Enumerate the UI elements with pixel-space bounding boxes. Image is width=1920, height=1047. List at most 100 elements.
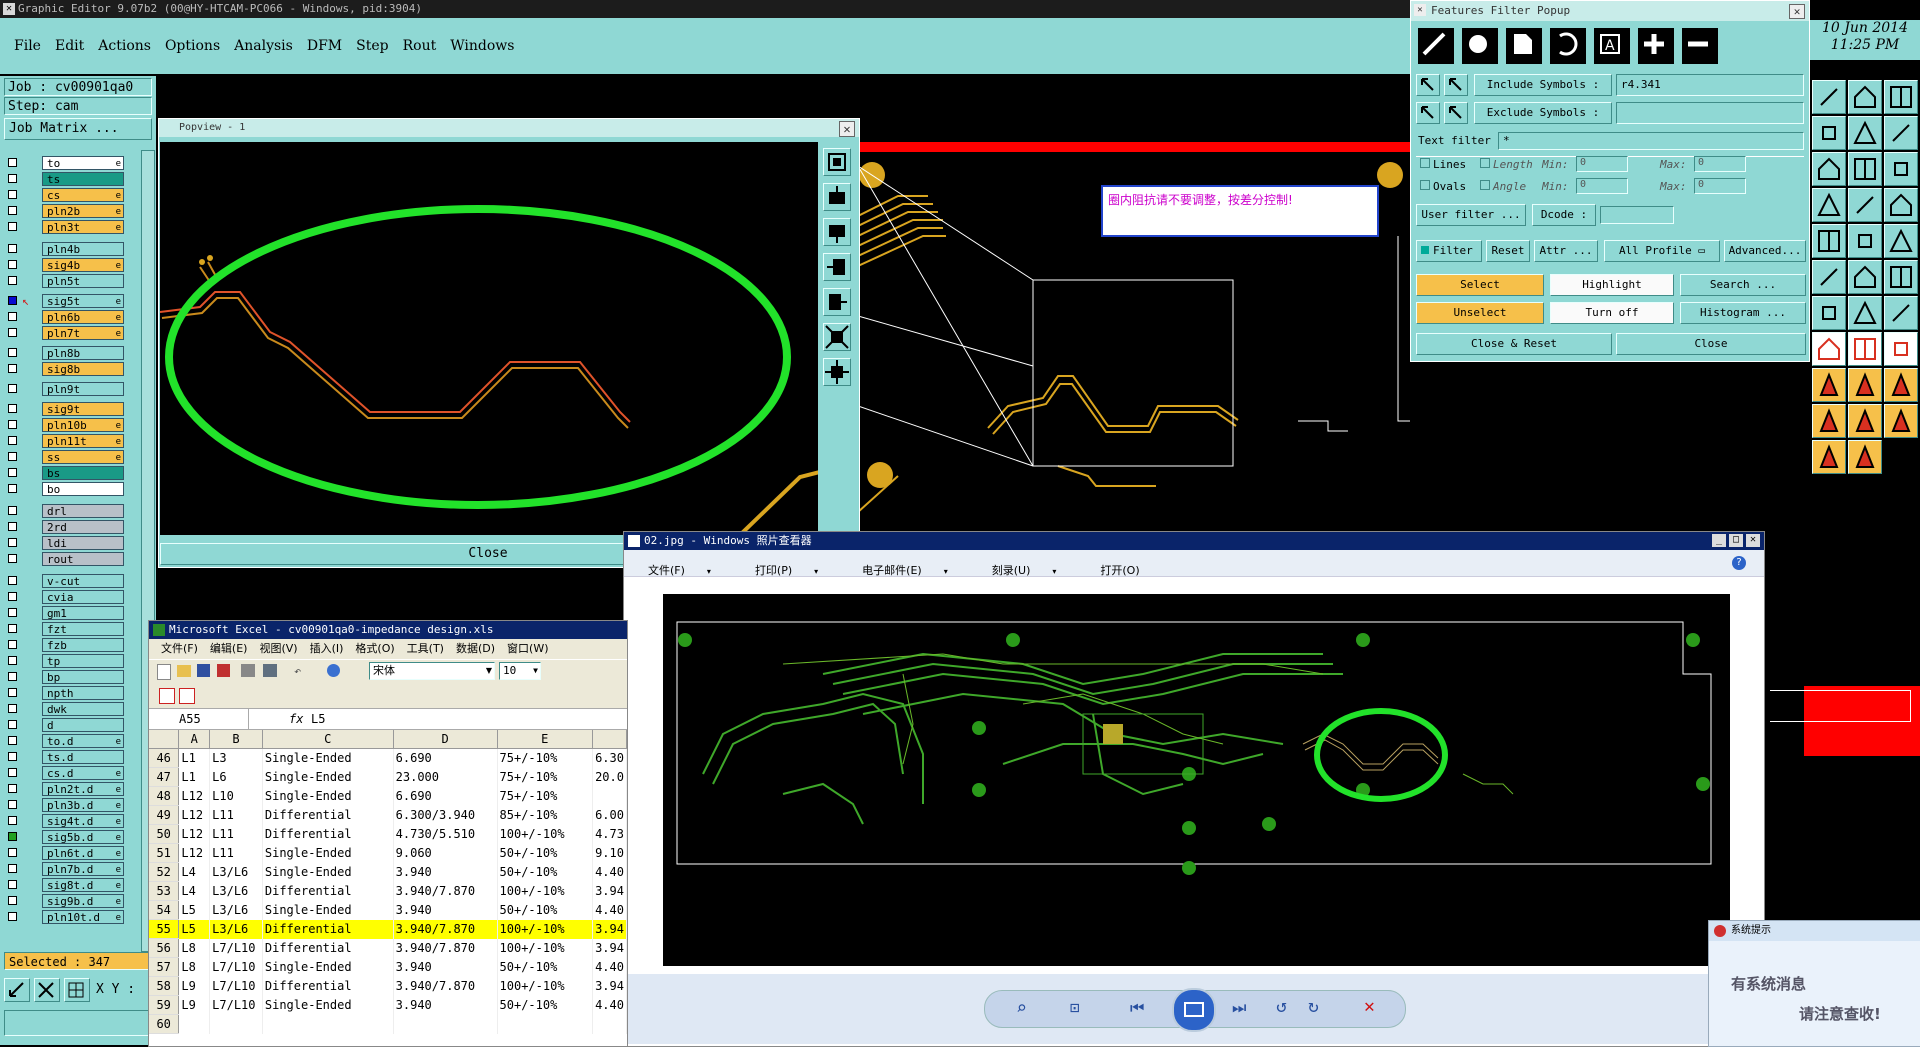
dcode-button[interactable]: Dcode :: [1532, 204, 1596, 226]
cell[interactable]: L12: [178, 786, 211, 806]
layer-row[interactable]: ss e: [6, 450, 124, 464]
row-header[interactable]: 46: [149, 748, 180, 768]
layer-name[interactable]: fzb: [42, 638, 124, 652]
table-row[interactable]: 55 L5 L3/L6 Differential 3.940/7.870 100+/-10…: [149, 919, 627, 939]
excel-menu-item[interactable]: 数据(D): [456, 642, 495, 655]
histogram-button[interactable]: Histogram ...: [1680, 302, 1806, 324]
layer-row[interactable]: tp: [6, 654, 124, 668]
font-select[interactable]: 宋体 ▼: [369, 662, 495, 680]
cell[interactable]: L4: [178, 862, 211, 882]
rotate-right-icon[interactable]: ↻: [1308, 996, 1319, 1017]
layer-checkbox[interactable]: [8, 736, 17, 745]
row-header[interactable]: 49: [149, 805, 180, 825]
cell[interactable]: 9.10: [592, 843, 627, 863]
cell[interactable]: 100+/-10%: [497, 919, 594, 939]
menu-step[interactable]: Step: [356, 38, 388, 54]
menu-analysis[interactable]: Analysis: [234, 38, 293, 54]
save-icon[interactable]: [197, 664, 210, 677]
layer-checkbox[interactable]: [8, 784, 17, 793]
cell[interactable]: 100+/-10%: [497, 881, 594, 901]
cell[interactable]: 75+/-10%: [497, 748, 594, 768]
open-icon[interactable]: [177, 665, 191, 677]
layer-row[interactable]: sig5b.d e: [6, 830, 124, 844]
cell[interactable]: L12: [178, 824, 211, 844]
snap-icon[interactable]: [1812, 116, 1846, 150]
layer-checkbox[interactable]: [8, 672, 17, 681]
cell[interactable]: [592, 1014, 627, 1034]
cell[interactable]: 4.73: [592, 824, 627, 844]
layer-name[interactable]: bp: [42, 670, 124, 684]
angle-checkbox[interactable]: Angle: [1480, 180, 1526, 193]
menu-file[interactable]: File: [14, 38, 41, 54]
palette-icon[interactable]: [1884, 188, 1918, 222]
cell[interactable]: 20.0: [592, 767, 627, 787]
row-header[interactable]: 58: [149, 976, 180, 996]
corner-cell[interactable]: [149, 730, 180, 749]
arc-feature-icon[interactable]: [1548, 26, 1588, 66]
feature-icon[interactable]: [1884, 296, 1918, 330]
copy-icon[interactable]: [1848, 332, 1882, 366]
layer-row[interactable]: pln6b e: [6, 310, 124, 324]
layer-checkbox[interactable]: [8, 896, 17, 905]
layer-name[interactable]: bs: [42, 466, 124, 480]
permission-icon[interactable]: [217, 664, 230, 677]
table-row[interactable]: 57 L8 L7/L10 Single-Ended 3.940 50+/-10% 4.40: [149, 957, 627, 977]
cell[interactable]: 50+/-10%: [497, 995, 594, 1015]
cell[interactable]: L11: [209, 824, 263, 844]
fit-all-icon[interactable]: [823, 358, 851, 386]
layer-row[interactable]: pln5t: [6, 274, 124, 288]
menu-rout[interactable]: Rout: [403, 38, 437, 54]
row-header[interactable]: 59: [149, 995, 180, 1015]
fit-screen-icon[interactable]: [823, 323, 851, 351]
layer-name[interactable]: pln3b.d e: [42, 798, 124, 812]
cell[interactable]: Single-Ended: [262, 786, 394, 806]
zoom-out-icon[interactable]: [823, 218, 851, 246]
layer-checkbox[interactable]: [8, 704, 17, 713]
layer-checkbox[interactable]: [8, 260, 17, 269]
row-header[interactable]: 47: [149, 767, 180, 787]
cut-icon[interactable]: [1848, 260, 1882, 294]
row-header[interactable]: 57: [149, 957, 180, 977]
layer-name[interactable]: npth: [42, 686, 124, 700]
cell[interactable]: L5: [178, 919, 211, 939]
pointer-d-icon[interactable]: [1848, 440, 1882, 474]
layer-row[interactable]: fzb: [6, 638, 124, 652]
line-feature-icon[interactable]: [1416, 26, 1456, 66]
cell[interactable]: Differential: [262, 919, 394, 939]
excel-menu-item[interactable]: 编辑(E): [210, 642, 248, 655]
table-row[interactable]: 48 L12 L10 Single-Ended 6.690 75+/-10%: [149, 786, 627, 806]
cell[interactable]: L1: [178, 767, 211, 787]
table-row[interactable]: 54 L5 L3/L6 Single-Ended 3.940 50+/-10% 4.40: [149, 900, 627, 920]
cell[interactable]: Single-Ended: [262, 995, 394, 1015]
cell[interactable]: [178, 1014, 211, 1034]
table-row[interactable]: 46 L1 L3 Single-Ended 6.690 75+/-10% 6.30: [149, 748, 627, 768]
layer-name[interactable]: sig8t.d e: [42, 878, 124, 892]
cell[interactable]: 50+/-10%: [497, 957, 594, 977]
next-icon[interactable]: ⏭: [1232, 998, 1246, 1018]
layer-checkbox[interactable]: [8, 244, 17, 253]
layer-checkbox[interactable]: [8, 640, 17, 649]
layer-checkbox[interactable]: [8, 276, 17, 285]
layer-checkbox[interactable]: [8, 538, 17, 547]
ovals-checkbox[interactable]: Ovals: [1420, 180, 1466, 193]
layer-row[interactable]: pln4b: [6, 242, 124, 256]
layer-checkbox[interactable]: [8, 624, 17, 633]
cell[interactable]: 4.730/5.510: [393, 824, 498, 844]
layer-checkbox[interactable]: [8, 468, 17, 477]
cell[interactable]: 50+/-10%: [497, 862, 594, 882]
cell[interactable]: 3.940: [393, 957, 498, 977]
layer-row[interactable]: v-cut: [6, 574, 124, 588]
pointer-c-icon[interactable]: [1812, 440, 1846, 474]
layer-name[interactable]: ts.d: [42, 750, 124, 764]
cell[interactable]: Differential: [262, 881, 394, 901]
layer-row[interactable]: ↖ sig5t e: [6, 294, 124, 308]
cell[interactable]: 3.940: [393, 900, 498, 920]
include-symbols-input[interactable]: r4.341: [1616, 74, 1804, 96]
close-button[interactable]: Close: [1616, 333, 1806, 355]
mirror-icon[interactable]: [1812, 296, 1846, 330]
maximize-icon[interactable]: □: [1729, 534, 1743, 547]
layer-name[interactable]: ts: [42, 172, 124, 186]
column-header[interactable]: B: [209, 730, 263, 749]
cell[interactable]: 4.40: [592, 900, 627, 920]
close-reset-button[interactable]: Close & Reset: [1416, 333, 1612, 355]
